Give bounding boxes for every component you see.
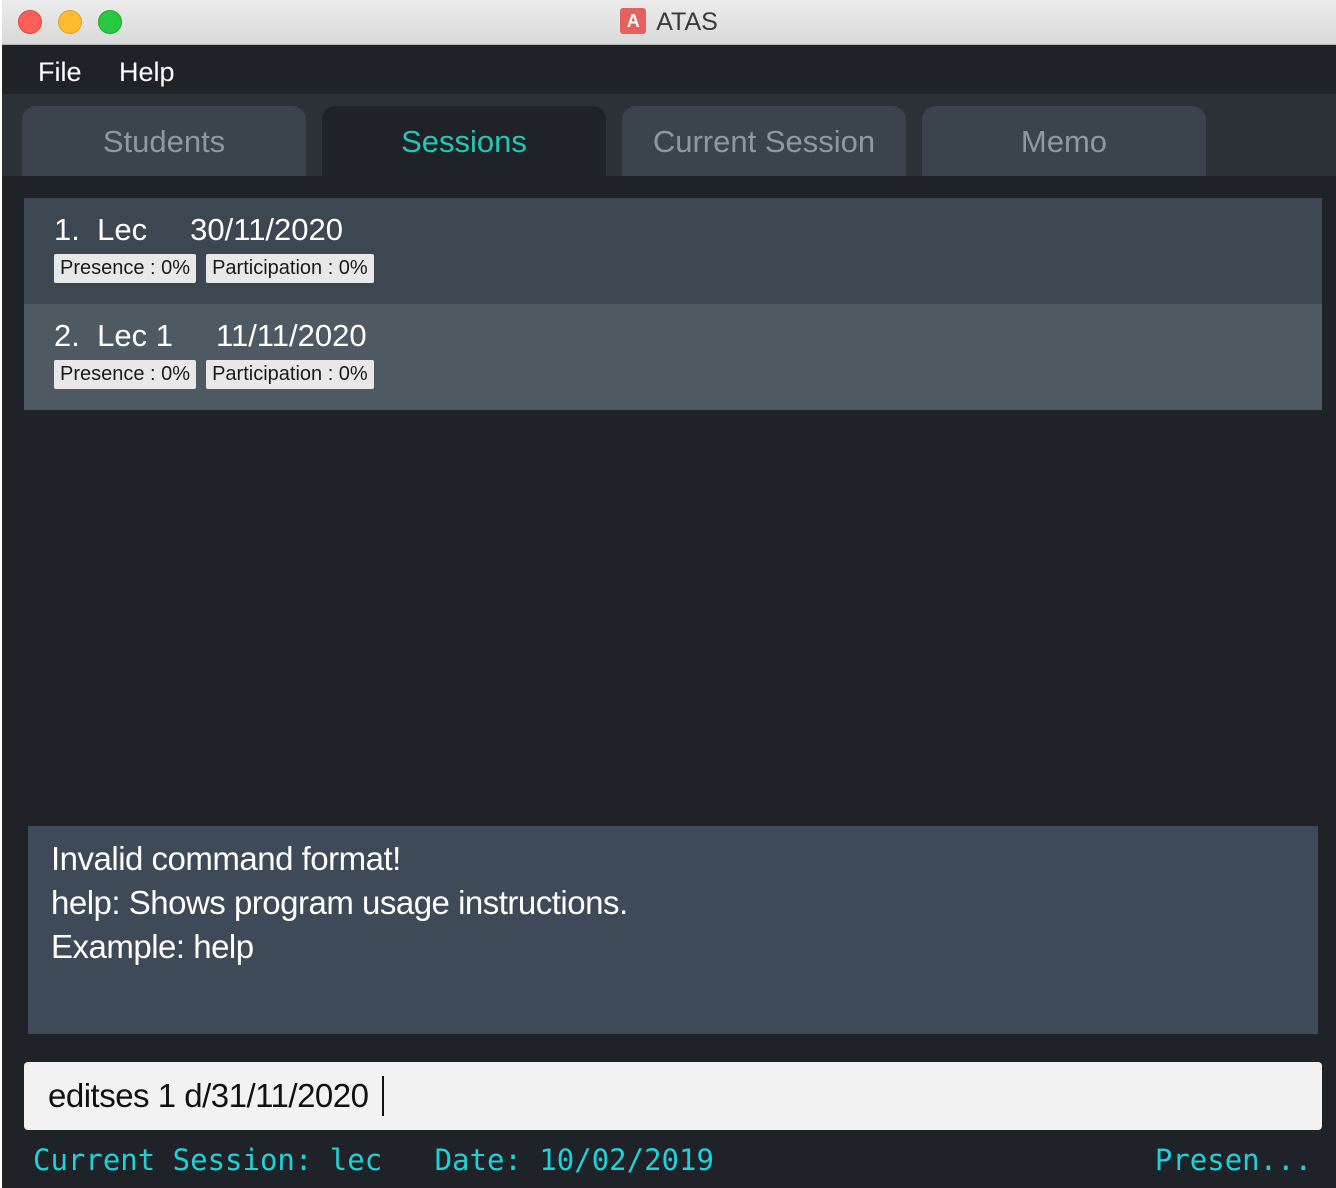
session-list: 1. Lec 30/11/2020 Presence : 0% Participa…: [24, 198, 1322, 410]
session-tags: Presence : 0% Participation : 0%: [54, 360, 384, 389]
session-tags: Presence : 0% Participation : 0%: [54, 254, 384, 283]
session-card[interactable]: 2. Lec 1 11/11/2020 Presence : 0% Partici…: [24, 304, 1322, 410]
session-card[interactable]: 1. Lec 30/11/2020 Presence : 0% Participa…: [24, 198, 1322, 304]
session-name: Lec: [97, 212, 148, 247]
menu-bar: File Help: [2, 45, 1336, 94]
status-presence: Presen...: [1154, 1143, 1312, 1177]
tab-current-session[interactable]: Current Session: [622, 106, 906, 176]
presence-tag: Presence : 0%: [54, 360, 197, 389]
result-line: help: Shows program usage instructions.: [51, 884, 628, 921]
session-index: 2.: [54, 318, 80, 353]
session-header: 1. Lec 30/11/2020: [54, 212, 343, 248]
tab-sessions[interactable]: Sessions: [322, 106, 606, 176]
participation-tag: Participation : 0%: [206, 360, 374, 389]
app-icon: A: [620, 8, 647, 34]
presence-tag: Presence : 0%: [54, 254, 197, 283]
session-date: 30/11/2020: [190, 212, 344, 247]
command-input[interactable]: [48, 1072, 1298, 1120]
status-session-info: Current Session: lec Date: 10/02/2019: [33, 1143, 714, 1177]
title-bar: A ATAS: [2, 0, 1336, 45]
window-title: A ATAS: [2, 8, 1336, 37]
result-line: Invalid command format!: [51, 840, 401, 877]
session-name: Lec 1: [97, 318, 173, 353]
command-box[interactable]: [24, 1062, 1322, 1130]
app-window: A ATAS File Help Students Sessions Curren…: [2, 0, 1336, 1188]
tab-memo[interactable]: Memo: [922, 106, 1206, 176]
session-date: 11/11/2020: [216, 318, 367, 353]
tab-students[interactable]: Students: [22, 106, 306, 176]
session-header: 2. Lec 1 11/11/2020: [54, 318, 367, 354]
window-title-text: ATAS: [656, 8, 718, 36]
menu-help[interactable]: Help: [119, 57, 175, 88]
result-line: Example: help: [51, 928, 254, 965]
session-index: 1.: [54, 212, 80, 247]
participation-tag: Participation : 0%: [206, 254, 374, 283]
text-caret: [382, 1076, 384, 1116]
menu-file[interactable]: File: [38, 57, 82, 88]
result-display[interactable]: Invalid command format! help: Shows prog…: [28, 826, 1318, 1034]
tab-bar: Students Sessions Current Session Memo: [2, 94, 1336, 176]
